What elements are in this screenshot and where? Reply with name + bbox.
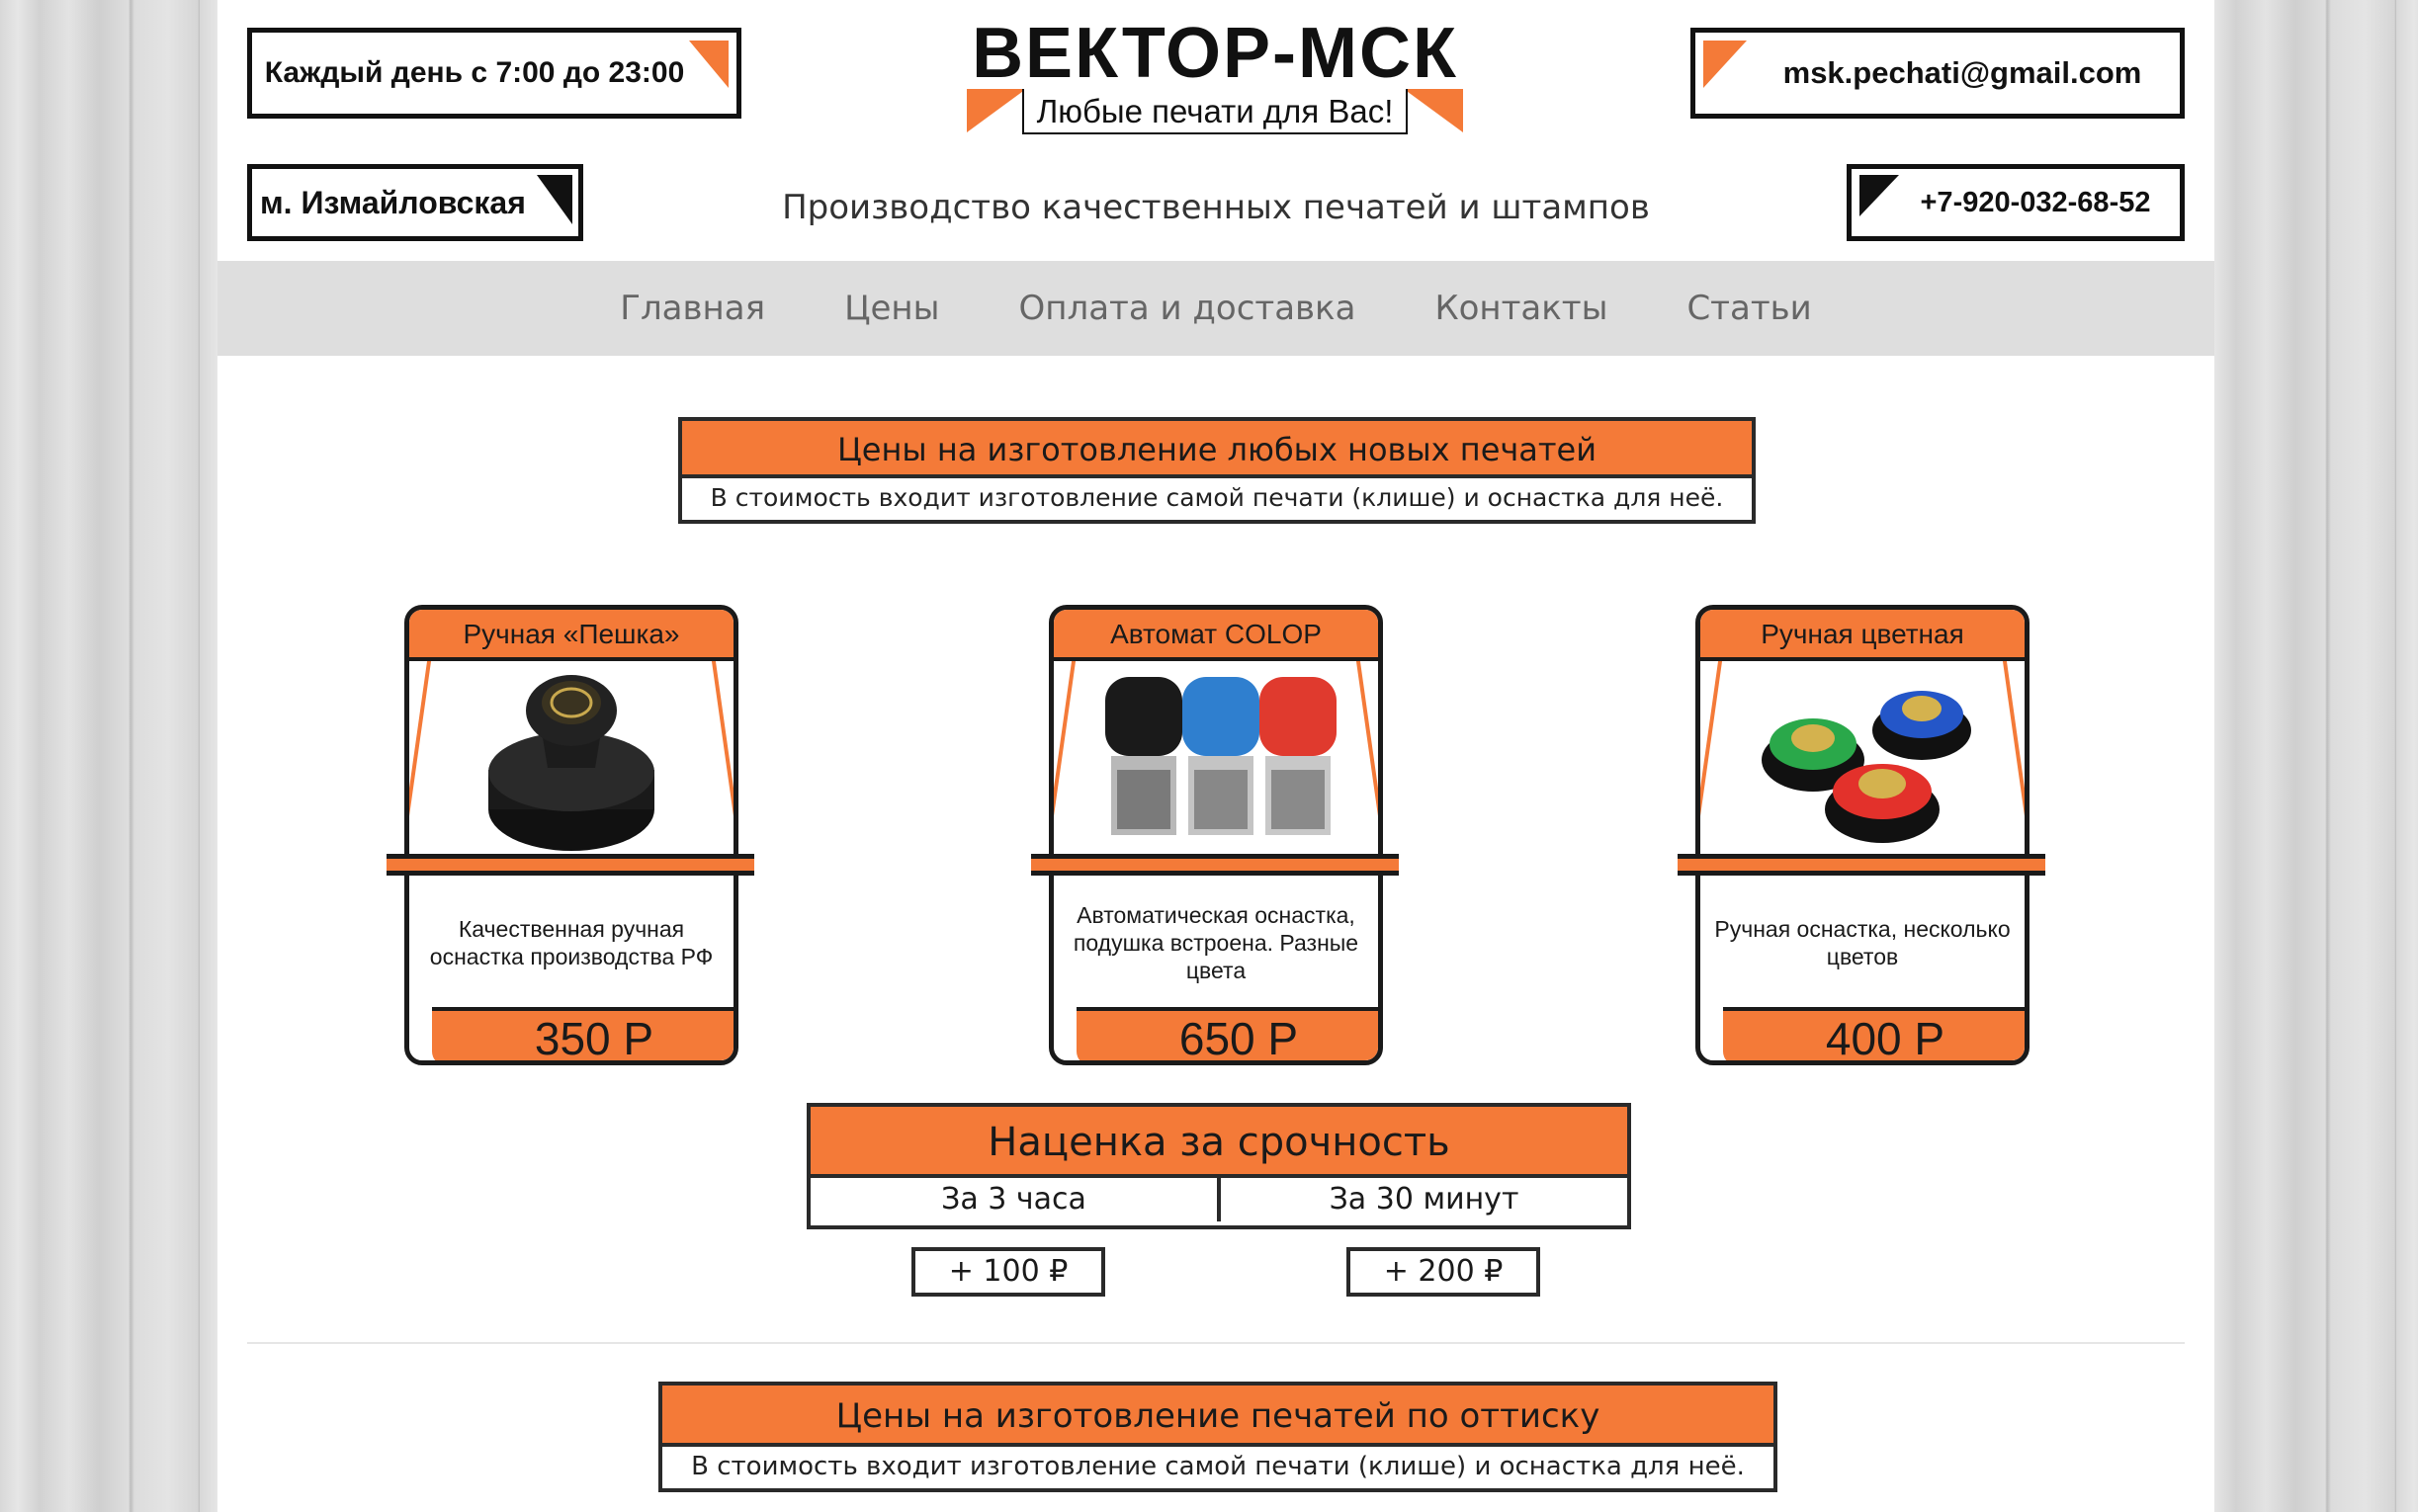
nav-item-contacts[interactable]: Контакты [1395,289,1647,328]
email-link[interactable]: msk.pechati@gmail.com [1783,55,2142,91]
product-image [1054,661,1378,859]
card-divider [1031,854,1399,876]
card-divider [387,854,754,876]
corner-triangle-icon [689,41,729,88]
phone-box[interactable]: +7-920-032-68-52 [1847,164,2185,241]
urgency-option-3h: За 3 часа [811,1178,1217,1221]
product-description: Качественная ручная оснастка производств… [429,916,714,969]
product-card[interactable]: Ручная цветная 400 Р Ручная оснастка, не… [1678,605,2045,1065]
urgency-table: Наценка за срочность За 3 часа За 30 мин… [807,1103,1631,1229]
corner-triangle-icon [1859,175,1899,216]
card-frame: Автомат COLOP 650 Р [1049,605,1383,1065]
nav-item-payment-delivery[interactable]: Оплата и доставка [979,289,1395,328]
product-description: Ручная оснастка, несколько цветов [1714,916,2011,969]
urgency-price-3h: + 100 ₽ [911,1247,1105,1297]
site-header: Каждый день с 7:00 до 23:00 ВЕКТОР-МСК Л… [217,0,2214,261]
divider [247,1342,2185,1344]
card-divider [1678,854,2045,876]
banner-title: Цены на изготовление печатей по оттиску [662,1386,1773,1447]
product-card[interactable]: Автомат COLOP 650 Р Автоматическая оснас… [1031,605,1399,1065]
logo[interactable]: ВЕКТОР-МСК Любые печати для Вас! [967,14,1463,142]
urgency-options-row: За 3 часа За 30 минут [811,1178,1627,1221]
nav-item-articles[interactable]: Статьи [1647,289,1851,328]
product-title: Ручная цветная [1700,610,2025,661]
product-image [409,661,734,859]
impression-stamps-banner: Цены на изготовление печатей по оттиску … [658,1382,1777,1492]
corner-triangle-icon [1703,41,1747,88]
working-hours-text: Каждый день с 7:00 до 23:00 [264,56,685,89]
phone-link[interactable]: +7-920-032-68-52 [1921,187,2151,219]
logo-ribbon: Любые печати для Вас! [967,89,1463,138]
banner-subtitle: В стоимость входит изготовление самой пе… [710,483,1724,512]
black-hand-stamp-icon [488,675,654,851]
colored-hand-stamps-icon [1762,691,1971,843]
product-price: 650 Р [1077,1007,1378,1060]
nav-item-home[interactable]: Главная [580,289,805,328]
product-price: 350 Р [432,1007,734,1060]
banner-subtitle: В стоимость входит изготовление самой пе… [691,1452,1745,1481]
logo-title: ВЕКТОР-МСК [972,14,1458,93]
product-card[interactable]: Ручная «Пешка» 350 Р Качественная ручная… [387,605,754,1065]
product-title: Ручная «Пешка» [409,610,734,661]
product-title: Автомат COLOP [1054,610,1378,661]
new-stamps-banner: Цены на изготовление любых новых печатей… [678,417,1756,524]
urgency-title: Наценка за срочность [811,1107,1627,1178]
product-price: 400 Р [1723,1007,2025,1060]
ribbon-left-icon [967,89,1026,132]
banner-title: Цены на изготовление любых новых печатей [682,421,1752,478]
card-frame: Ручная цветная 400 Р [1695,605,2029,1065]
product-image [1700,661,2025,859]
page: Каждый день с 7:00 до 23:00 ВЕКТОР-МСК Л… [217,0,2214,1512]
urgency-price-30min: + 200 ₽ [1346,1247,1540,1297]
urgency-option-30min: За 30 минут [1217,1178,1627,1221]
nav-item-prices[interactable]: Цены [805,289,979,328]
main-nav: Главная Цены Оплата и доставка Контакты … [217,261,2214,356]
ribbon-right-icon [1404,89,1463,132]
email-box[interactable]: msk.pechati@gmail.com [1690,28,2185,119]
colop-auto-stamps-icon [1105,677,1337,835]
product-description: Автоматическая оснастка, подушка встроен… [1073,902,1359,983]
working-hours-box: Каждый день с 7:00 до 23:00 [247,28,741,119]
logo-subtitle: Любые печати для Вас! [1022,89,1408,134]
card-frame: Ручная «Пешка» 350 Р [404,605,738,1065]
